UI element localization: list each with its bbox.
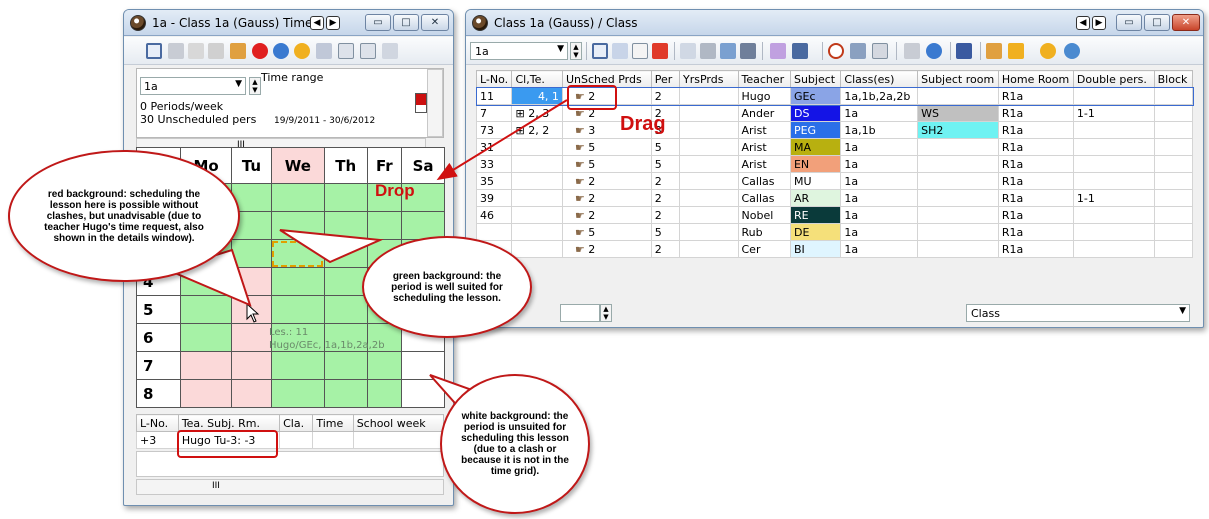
red-background-callout: red background: scheduling the lesson he… — [8, 150, 240, 282]
green-background-callout: green background: the period is well sui… — [362, 236, 532, 338]
white-callout-text: white background: the period is unsuited… — [461, 411, 569, 477]
red-callout-text: red background: scheduling the lesson he… — [44, 188, 204, 244]
white-background-callout: white background: the period is unsuited… — [440, 374, 590, 514]
green-callout-text: green background: the period is well sui… — [391, 270, 503, 304]
